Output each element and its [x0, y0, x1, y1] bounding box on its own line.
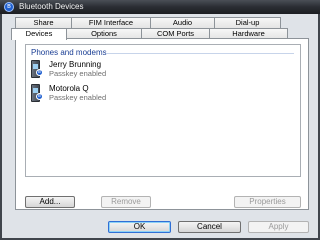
- list-item-device[interactable]: ʙ Motorola Q Passkey enabled: [30, 84, 210, 106]
- devices-tab-panel: Phones and modems ʙ Jerry Brunning Passk…: [15, 38, 309, 210]
- bluetooth-icon: ʙ: [4, 2, 14, 12]
- add-button[interactable]: Add...: [25, 196, 75, 208]
- window-title: Bluetooth Devices: [19, 2, 84, 11]
- tab-devices[interactable]: Devices: [11, 28, 67, 40]
- tab-share[interactable]: Share: [15, 17, 72, 28]
- group-header-phones-modems: Phones and modems: [31, 48, 107, 57]
- cancel-button[interactable]: Cancel: [178, 221, 241, 233]
- device-status: Passkey enabled: [49, 69, 107, 78]
- tab-row-back: Share FIM Interface Audio Dial-up: [15, 17, 281, 28]
- device-status: Passkey enabled: [49, 93, 107, 102]
- ok-button[interactable]: OK: [108, 221, 171, 233]
- device-name: Jerry Brunning: [49, 60, 102, 69]
- remove-button[interactable]: Remove: [101, 196, 151, 208]
- tab-audio[interactable]: Audio: [150, 17, 215, 28]
- tab-dial-up[interactable]: Dial-up: [214, 17, 281, 28]
- bluetooth-badge-icon: ʙ: [36, 93, 43, 100]
- apply-button[interactable]: Apply: [248, 221, 309, 233]
- title-bar[interactable]: ʙ Bluetooth Devices: [0, 0, 320, 14]
- device-list[interactable]: Phones and modems ʙ Jerry Brunning Passk…: [25, 44, 301, 177]
- tab-fim-interface[interactable]: FIM Interface: [71, 17, 151, 28]
- properties-button[interactable]: Properties: [234, 196, 301, 208]
- device-name: Motorola Q: [49, 84, 89, 93]
- bluetooth-badge-icon: ʙ: [36, 69, 43, 76]
- dialog-client-area: Share FIM Interface Audio Dial-up Device…: [0, 14, 320, 240]
- group-divider: [106, 53, 294, 54]
- list-item-device[interactable]: ʙ Jerry Brunning Passkey enabled: [30, 60, 210, 82]
